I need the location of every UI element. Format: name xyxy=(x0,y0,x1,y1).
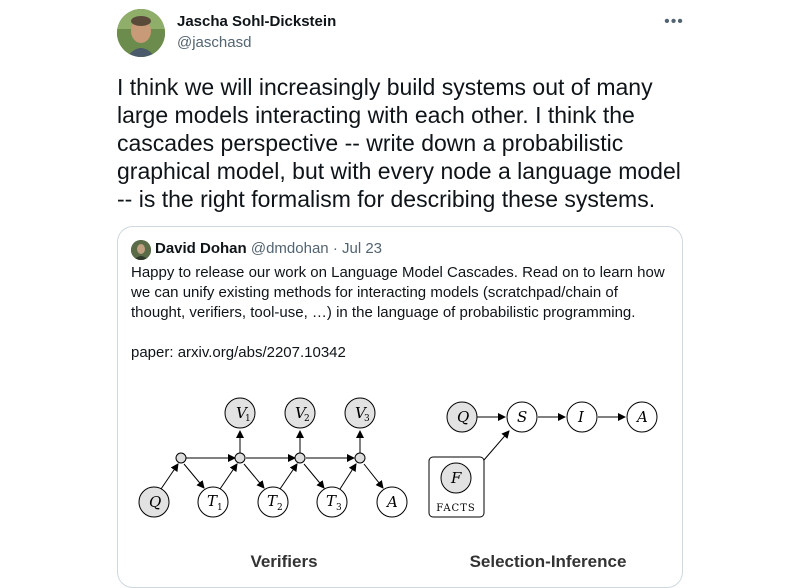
quoted-body: Happy to release our work on Language Mo… xyxy=(131,263,671,363)
node-V2: V 2 xyxy=(284,397,316,429)
quoted-handle[interactable]: @dmdohan xyxy=(251,240,329,257)
node-si-S: S xyxy=(506,401,538,433)
svg-text:3: 3 xyxy=(336,503,342,513)
quoted-name[interactable]: David Dohan xyxy=(155,240,247,257)
node-si-I: I xyxy=(566,401,598,433)
avatar-image xyxy=(117,9,165,57)
node-V3: V 3 xyxy=(344,397,376,429)
quoted-avatar-image xyxy=(131,240,151,260)
quoted-header: David Dohan @dmdohan · Jul 23 xyxy=(155,240,382,257)
author-name[interactable]: Jascha Sohl-Dickstein xyxy=(177,13,336,30)
svg-text:Q: Q xyxy=(457,408,469,426)
svg-text:1: 1 xyxy=(245,414,251,424)
node-T1: T 1 xyxy=(197,486,229,518)
svg-text:2: 2 xyxy=(277,503,283,513)
svg-text:3: 3 xyxy=(364,414,370,424)
quoted-separator: · xyxy=(332,240,338,257)
facts-box: F FACTS xyxy=(428,456,485,518)
verifiers-title: Verifiers xyxy=(250,552,317,571)
svg-text:F: F xyxy=(450,469,462,487)
more-horizontal-icon[interactable]: ••• xyxy=(662,10,686,34)
node-T3: T 3 xyxy=(316,486,348,518)
author-handle[interactable]: @jaschasd xyxy=(177,34,251,51)
svg-text:A: A xyxy=(385,493,398,511)
cascades-figure: V 1 V 2 V 3 Q T 1 T 2 T 3 A Verifiers Q … xyxy=(138,397,658,571)
svg-text:2: 2 xyxy=(304,414,310,424)
svg-text:Q: Q xyxy=(149,493,161,511)
quoted-date[interactable]: Jul 23 xyxy=(342,240,382,257)
quoted-text: Happy to release our work on Language Mo… xyxy=(131,264,665,321)
node-A: A xyxy=(376,486,408,518)
selection-inference-graph: Q S I A F FACTS Selection-Inference xyxy=(428,401,658,571)
svg-text:A: A xyxy=(635,408,648,426)
node-Q: Q xyxy=(138,486,170,518)
selection-inference-title: Selection-Inference xyxy=(470,552,627,571)
quoted-avatar[interactable] xyxy=(131,240,151,260)
quoted-tweet[interactable]: David Dohan @dmdohan · Jul 23 Happy to r… xyxy=(117,226,683,588)
node-si-A: A xyxy=(626,401,658,433)
node-V1: V 1 xyxy=(224,397,256,429)
quoted-paper-link[interactable]: paper: arxiv.org/abs/2207.10342 xyxy=(131,343,671,363)
node-si-Q: Q xyxy=(446,401,478,433)
node-T2: T 2 xyxy=(257,486,289,518)
facts-label: FACTS xyxy=(436,503,475,514)
verifiers-graph: V 1 V 2 V 3 Q T 1 T 2 T 3 A Verifiers xyxy=(138,397,408,571)
svg-text:1: 1 xyxy=(217,503,223,513)
svg-text:S: S xyxy=(517,408,527,426)
tweet-text: I think we will increasingly build syste… xyxy=(117,74,681,212)
svg-text:I: I xyxy=(577,408,585,426)
author-avatar[interactable] xyxy=(117,9,165,57)
